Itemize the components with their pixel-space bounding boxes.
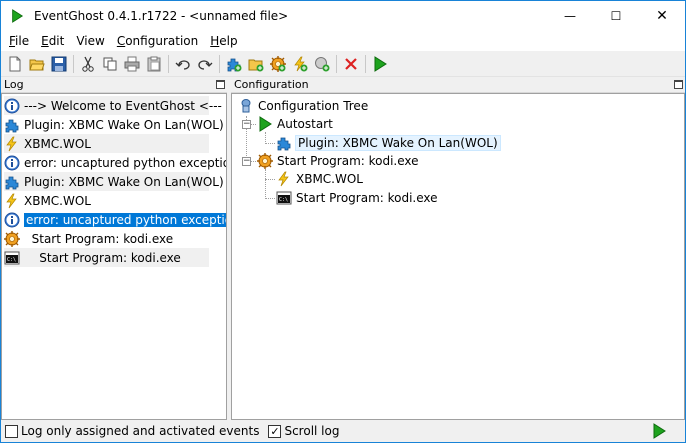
menu-help[interactable]: Help (204, 31, 243, 51)
log-row[interactable]: Start Program: kodi.exe (4, 248, 209, 267)
info-icon (4, 98, 20, 114)
menu-bar: File Edit View Configuration Help (1, 31, 685, 51)
macro-icon (257, 153, 273, 169)
info-icon (4, 155, 20, 171)
toolbar-separator (365, 55, 366, 73)
log-only-assigned-checkbox[interactable]: Log only assigned and activated events (5, 424, 259, 438)
log-only-assigned-label: Log only assigned and activated events (21, 424, 260, 438)
new-file-icon[interactable] (4, 53, 26, 75)
cut-icon[interactable] (77, 53, 99, 75)
tree-item-event-xbmc-wol[interactable]: XBMC.WOL (276, 170, 363, 188)
tree-line (265, 169, 266, 199)
plugin-icon (4, 174, 20, 190)
config-panel-title: Configuration (234, 78, 309, 91)
console-icon (4, 250, 20, 266)
log-list[interactable]: ---> Welcome to EventGhost <--- Plugin: … (1, 93, 227, 420)
scroll-log-checkbox[interactable]: ✓ Scroll log (268, 424, 339, 438)
log-panel-close-icon[interactable] (216, 80, 225, 89)
tree-item-configuration-root[interactable]: Configuration Tree (238, 97, 368, 115)
start-program-collapse-toggle[interactable]: − (242, 157, 251, 166)
event-icon (4, 136, 20, 152)
status-running-icon (651, 423, 667, 442)
tree-line (265, 143, 275, 144)
event-icon (276, 171, 292, 187)
tree-item-start-program-macro[interactable]: Start Program: kodi.exe (257, 152, 419, 170)
config-panel-close-icon[interactable] (674, 80, 683, 89)
print-icon[interactable] (121, 53, 143, 75)
tree-item-plugin-xbmc[interactable]: Plugin: XBMC Wake On Lan(WOL) (276, 134, 501, 152)
scroll-log-label: Scroll log (284, 424, 340, 438)
add-action-icon[interactable] (311, 53, 333, 75)
toolbar-separator (219, 55, 220, 73)
open-folder-icon[interactable] (26, 53, 48, 75)
menu-file[interactable]: File (3, 31, 35, 51)
toolbar (1, 52, 685, 77)
paste-icon[interactable] (143, 53, 165, 75)
tree-line (265, 179, 275, 180)
toolbar-separator (73, 55, 74, 73)
save-icon[interactable] (48, 53, 70, 75)
info-icon (4, 212, 20, 228)
tree-item-autostart[interactable]: Autostart (257, 115, 333, 133)
redo-icon[interactable] (194, 53, 216, 75)
add-plugin-icon[interactable] (223, 53, 245, 75)
config-panel-header: Configuration (231, 77, 685, 93)
execute-icon[interactable] (369, 53, 391, 75)
add-macro-icon[interactable] (267, 53, 289, 75)
minimize-button[interactable]: — (547, 1, 593, 31)
autostart-collapse-toggle[interactable]: − (242, 120, 251, 129)
close-button[interactable]: ✕ (639, 1, 685, 31)
log-panel-title: Log (4, 78, 24, 91)
tree-line (265, 198, 275, 199)
status-bar: Log only assigned and activated events ✓… (1, 420, 685, 442)
log-row[interactable]: XBMC.WOL (4, 191, 209, 210)
menu-edit[interactable]: Edit (35, 31, 70, 51)
toolbar-separator (336, 55, 337, 73)
log-row[interactable]: XBMC.WOL (4, 134, 209, 153)
log-row[interactable]: Start Program: kodi.exe (4, 229, 209, 248)
menu-view[interactable]: View (70, 31, 110, 51)
log-row-selected[interactable]: error: uncaptured python exception (4, 210, 226, 229)
log-only-assigned-checkbox-box[interactable] (5, 424, 18, 438)
console-icon (276, 190, 292, 206)
maximize-button[interactable]: ☐ (593, 1, 639, 31)
eventghost-app-icon (10, 8, 26, 24)
title-bar[interactable]: EventGhost 0.4.1.r1722 - <unnamed file> … (1, 1, 685, 31)
menu-configuration[interactable]: Configuration (111, 31, 204, 51)
event-icon (4, 193, 20, 209)
delete-icon[interactable] (340, 53, 362, 75)
autostart-icon (257, 116, 273, 132)
scroll-log-checkbox-box[interactable]: ✓ (268, 424, 282, 438)
toolbar-separator (168, 55, 169, 73)
undo-icon[interactable] (172, 53, 194, 75)
copy-icon[interactable] (99, 53, 121, 75)
config-tree-icon (238, 98, 254, 114)
plugin-icon (4, 117, 20, 133)
log-row[interactable]: error: uncaptured python exception (4, 153, 226, 172)
log-row[interactable]: Plugin: XBMC Wake On Lan(WOL) (4, 172, 224, 191)
log-panel-header: Log (1, 77, 227, 93)
log-row[interactable]: Plugin: XBMC Wake On Lan(WOL) (4, 115, 224, 134)
window-title: EventGhost 0.4.1.r1722 - <unnamed file> (34, 9, 289, 23)
config-tree[interactable]: − − Configuration Tree Autostart Plugin:… (231, 93, 685, 420)
tree-item-start-program-action[interactable]: Start Program: kodi.exe (276, 189, 438, 207)
plugin-icon (276, 135, 292, 151)
macro-icon (4, 231, 20, 247)
app-window: EventGhost 0.4.1.r1722 - <unnamed file> … (0, 0, 686, 443)
log-row[interactable]: ---> Welcome to EventGhost <--- (4, 96, 222, 115)
add-event-icon[interactable] (289, 53, 311, 75)
add-folder-icon[interactable] (245, 53, 267, 75)
